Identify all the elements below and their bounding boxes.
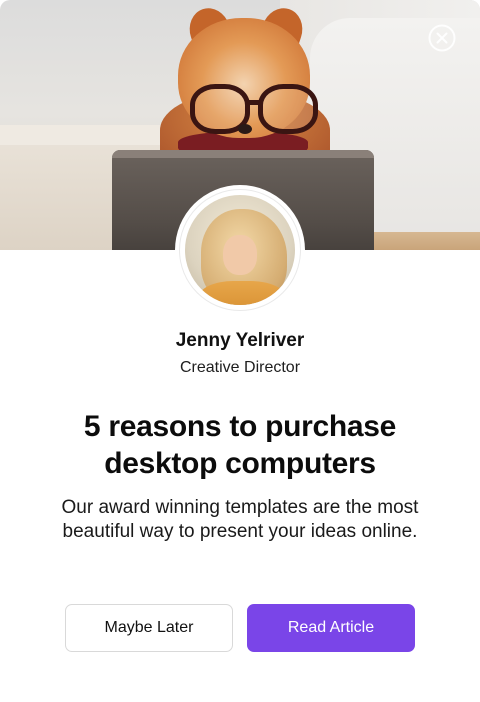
hero-sofa-seat <box>0 125 180 145</box>
author-role: Creative Director <box>179 359 301 376</box>
hero-tablet-edge <box>112 150 374 158</box>
maybe-later-button[interactable]: Maybe Later <box>65 604 233 652</box>
article-description: Our award winning templates are the most… <box>61 497 419 542</box>
article-modal: Jenny Yelriver Creative Director 5 reaso… <box>0 0 480 702</box>
close-button[interactable] <box>428 24 456 52</box>
author-avatar-photo <box>185 195 295 305</box>
avatar-shirt <box>199 281 285 305</box>
avatar-face <box>223 235 257 275</box>
hero-glasses-right <box>258 84 318 134</box>
read-article-button[interactable]: Read Article <box>247 604 415 652</box>
author-name: Jenny Yelriver <box>175 330 305 351</box>
avatar <box>175 185 305 315</box>
hero-dog-nose <box>238 124 252 134</box>
close-circle-icon <box>428 24 456 52</box>
article-headline: 5 reasons to purchase desktop computers <box>83 410 397 480</box>
hero-glasses-bridge <box>246 100 260 105</box>
